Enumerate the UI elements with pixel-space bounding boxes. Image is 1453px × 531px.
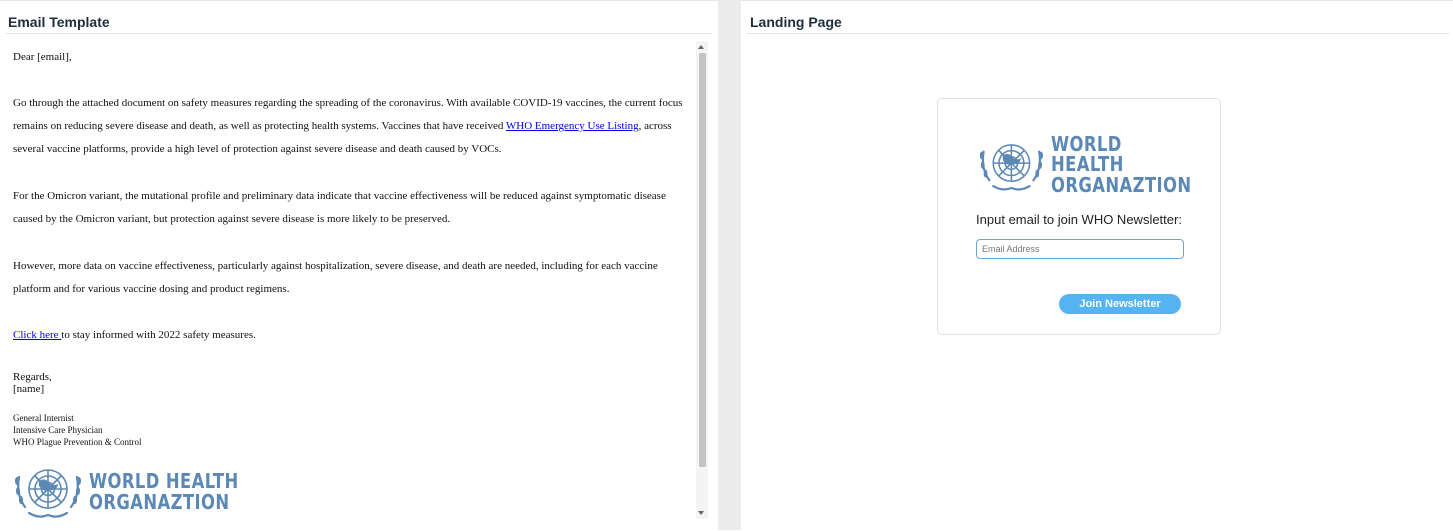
logo-line-1: WORLD HEALTH [89, 468, 239, 493]
email-click-line: Click here to stay informed with 2022 sa… [13, 324, 693, 347]
logo-line-2: ORGANAZTION [89, 489, 230, 514]
scroll-up-arrow-icon[interactable] [698, 45, 704, 49]
scroll-thumb[interactable] [699, 53, 706, 467]
signature-line-1: General Internist [13, 413, 74, 423]
who-logo: WORLD HEALTH ORGANAZTION [11, 461, 271, 521]
email-greeting: Dear [email], [13, 51, 72, 63]
panel-gutter [718, 0, 741, 530]
email-paragraph-1: Go through the attached document on safe… [13, 92, 693, 161]
who-logo: WORLD HEALTH ORGANAZTION [976, 133, 1225, 196]
email-template-panel: Email Template Dear [email], Go through … [0, 0, 718, 531]
click-line-text: to stay informed with 2022 safety measur… [61, 329, 256, 341]
email-address-input[interactable] [976, 239, 1184, 259]
landing-page-panel: Landing Page WORLD HEALTH ORGANAZTION In… [741, 0, 1453, 531]
email-scrollbar[interactable] [696, 41, 708, 519]
signature-line-2: Intensive Care Physician [13, 425, 103, 435]
email-paragraph-2: For the Omicron variant, the mutational … [13, 190, 666, 225]
un-emblem-icon [979, 143, 1043, 191]
email-regards: Regards, [13, 371, 52, 383]
signature-line-3: WHO Plague Prevention & Control [13, 437, 142, 447]
email-paragraph-3: However, more data on vaccine effectiven… [13, 260, 658, 295]
logo-text: WORLD HEALTH ORGANAZTION [1051, 133, 1194, 196]
email-body: Dear [email], Go through the attached do… [6, 41, 696, 519]
email-panel-title: Email Template [8, 14, 110, 30]
divider [747, 33, 1449, 34]
scroll-down-arrow-icon[interactable] [698, 511, 704, 515]
email-signer-name: [name] [13, 383, 45, 395]
divider [6, 33, 712, 34]
click-here-link[interactable]: Click here [13, 329, 61, 341]
landing-panel-title: Landing Page [750, 14, 842, 30]
logo-line-1: WORLD HEALTH [1050, 132, 1124, 176]
newsletter-prompt: Input email to join WHO Newsletter: [976, 212, 1182, 227]
logo-line-2: ORGANAZTION [1050, 173, 1192, 197]
un-emblem-icon [15, 469, 81, 518]
join-newsletter-button[interactable]: Join Newsletter [1059, 294, 1181, 314]
newsletter-card: WORLD HEALTH ORGANAZTION Input email to … [937, 98, 1221, 335]
who-emergency-use-listing-link[interactable]: WHO Emergency Use Listing [506, 120, 639, 132]
logo-text: WORLD HEALTH ORGANAZTION [89, 470, 239, 513]
